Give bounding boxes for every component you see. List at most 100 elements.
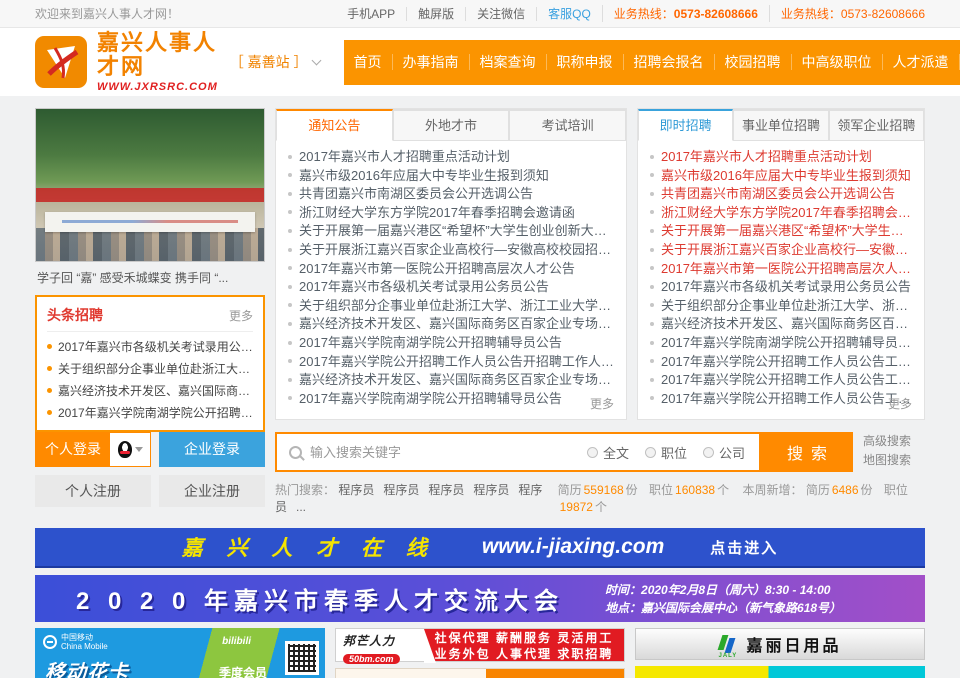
nav-item[interactable]: 档案查询 <box>470 54 547 70</box>
bullet-icon <box>650 303 654 307</box>
list-item[interactable]: 2017年嘉兴学院公开招聘工作人员公告工作人员... <box>650 353 912 372</box>
china-mobile-icon <box>43 635 57 649</box>
more-link[interactable]: 更多 <box>229 307 253 324</box>
site-logo-icon[interactable] <box>35 36 87 88</box>
qq-login-dropdown[interactable] <box>110 433 150 466</box>
list-item[interactable]: 嘉兴市级2016年应届大中专毕业生报到须知 <box>288 167 614 186</box>
tab-notice[interactable]: 通知公告 <box>276 109 393 141</box>
list-item[interactable]: 2017年嘉兴学院公开招聘工作人员公告开招聘工作人员公告开... <box>288 353 614 372</box>
bullet-icon <box>650 266 654 270</box>
job-fair-title: 2 0 2 0 年嘉兴市春季人才交流大会 <box>35 581 605 616</box>
search-button[interactable]: 搜索 <box>761 432 853 472</box>
list-item[interactable]: 关于组织部分企事业单位赴浙江大学、浙江工业大... <box>650 297 912 316</box>
recruit-column: 即时招聘 事业单位招聘 领军企业招聘 2017年嘉兴市人才招聘重点活动计划嘉兴市… <box>637 108 925 420</box>
bangmang-logo: 邦芒人力 50bm.com <box>336 629 424 661</box>
list-item[interactable]: 嘉兴经济技术开发区、嘉兴国际商务... <box>47 380 253 402</box>
tab-instant-recruit[interactable]: 即时招聘 <box>638 109 733 141</box>
list-item[interactable]: 2017年嘉兴学院公开招聘工作人员公告工作人员... <box>650 371 912 390</box>
personal-login-button[interactable]: 个人登录 <box>35 432 151 467</box>
tab-public-institution[interactable]: 事业单位招聘 <box>733 109 828 141</box>
left-column: 学子回 “嘉” 感受禾城蝶变 携手同 “... 头条招聘 更多 2017年嘉兴市… <box>35 108 265 420</box>
list-item[interactable]: 2017年嘉兴市各级机关考试录用公务员公告 <box>288 278 614 297</box>
partial-ad-strip[interactable] <box>635 666 925 678</box>
enterprise-login-button[interactable]: 企业登录 <box>159 432 265 467</box>
bullet-icon <box>650 285 654 289</box>
nav-item[interactable]: 首页 <box>344 54 393 70</box>
job-fair-banner[interactable]: 2 0 2 0 年嘉兴市春季人才交流大会 时间：2020年2月8日（周六）8:3… <box>35 575 925 622</box>
search-input[interactable] <box>310 445 587 460</box>
tab-leading-enterprise[interactable]: 领军企业招聘 <box>829 109 924 141</box>
more-link[interactable]: 更多 <box>590 397 614 411</box>
list-item[interactable]: 2017年嘉兴市第一医院公开招聘高层次人才公告 <box>288 260 614 279</box>
scope-radio[interactable]: 职位 <box>645 443 687 462</box>
list-item[interactable]: 嘉兴经济技术开发区、嘉兴国际商务区百家企业专场招聘会公告 <box>288 315 614 334</box>
list-item[interactable]: 2017年嘉兴市人才招聘重点活动计划 <box>288 148 614 167</box>
list-item[interactable]: 关于开展第一届嘉兴港区“希望杯”大学生创业创新大赛的通知 <box>288 222 614 241</box>
nav-item[interactable]: 中高级职位 <box>792 54 883 70</box>
bangmang-hr-ad[interactable]: 邦芒人力 50bm.com 社保代理 薪酬服务 灵活用工 业务外包 人事代理 求… <box>335 628 625 662</box>
hot-search-term[interactable]: 程序员 <box>428 483 464 497</box>
list-item[interactable]: 浙江财经大学东方学院2017年春季招聘会邀请函 <box>288 204 614 223</box>
list-item[interactable]: 关于组织部分企事业单位赴浙江大学... <box>47 358 253 380</box>
search-scope-radios: 全文职位公司 <box>587 443 759 462</box>
list-item[interactable]: 2017年嘉兴学院南湖学院公开招聘辅导员公告 <box>650 334 912 353</box>
list-item[interactable]: 关于组织部分企事业单位赴浙江大学、浙江工业大学招聘人才的... <box>288 297 614 316</box>
list-item[interactable]: 嘉兴经济技术开发区、嘉兴国际商务区百家企业专... <box>650 315 912 334</box>
bullet-icon <box>650 229 654 233</box>
list-item[interactable]: 关于开展浙江嘉兴百家企业高校行—安徽高校校园招聘活动的通... <box>288 241 614 260</box>
nav-item[interactable]: 人才派遣 <box>883 54 960 70</box>
tab-other-city[interactable]: 外地才市 <box>393 109 510 141</box>
nav-item[interactable]: 招聘会报名 <box>624 54 715 70</box>
list-item[interactable]: 2017年嘉兴学院南湖学院公开招聘辅... <box>47 402 253 424</box>
station-selector[interactable]: ［ 嘉善站 ］ <box>230 52 320 72</box>
topbar-link-qq[interactable]: 客服QQ <box>537 5 603 22</box>
bullet-icon <box>650 322 654 326</box>
headline-list: 2017年嘉兴市各级机关考试录用公务...关于组织部分企事业单位赴浙江大学...… <box>47 336 253 424</box>
topbar-link[interactable]: 手机APP <box>336 7 407 21</box>
list-item[interactable]: 2017年嘉兴市各级机关考试录用公务员公告 <box>650 278 912 297</box>
hot-search-term[interactable]: ... <box>296 500 306 514</box>
photo-caption[interactable]: 学子回 “嘉” 感受禾城蝶变 携手同 “... <box>35 262 265 286</box>
hot-search-term[interactable]: 程序员 <box>383 483 419 497</box>
list-item[interactable]: 2017年嘉兴学院南湖学院公开招聘辅导员公告 <box>288 334 614 353</box>
bullet-icon <box>288 359 292 363</box>
list-item[interactable]: 2017年嘉兴市各级机关考试录用公务... <box>47 336 253 358</box>
bullet-icon <box>288 285 292 289</box>
hot-search-label: 热门搜索： <box>275 483 335 497</box>
notice-tabs: 通知公告 外地才市 考试培训 <box>276 109 626 141</box>
hot-search-term[interactable]: 程序员 <box>338 483 374 497</box>
scope-radio[interactable]: 公司 <box>703 443 745 462</box>
nav-item[interactable]: 校园招聘 <box>715 54 792 70</box>
news-photo[interactable] <box>35 108 265 262</box>
more-link[interactable]: 更多 <box>888 397 912 411</box>
map-search-link[interactable]: 地图搜索 <box>863 451 925 470</box>
topbar-link[interactable]: 触屏版 <box>407 7 466 21</box>
hot-search-term[interactable]: 程序员 <box>473 483 509 497</box>
list-item[interactable]: 2017年嘉兴市第一医院公开招聘高层次人才公告 <box>650 260 912 279</box>
enterprise-register-button[interactable]: 企业注册 <box>159 475 265 507</box>
jiaxing-talent-online-banner[interactable]: 嘉 兴 人 才 在 线 www.i-jiaxing.com 点击进入 <box>35 528 925 568</box>
personal-register-button[interactable]: 个人注册 <box>35 475 151 507</box>
login-area: 个人登录 企业登录 个人注册 企业注册 <box>35 432 265 515</box>
nav-item[interactable]: 办事指南 <box>393 54 470 70</box>
tab-exam-training[interactable]: 考试培训 <box>509 109 626 141</box>
advanced-search-link[interactable]: 高级搜索 <box>863 432 925 451</box>
notice-column: 通知公告 外地才市 考试培训 2017年嘉兴市人才招聘重点活动计划嘉兴市级201… <box>275 108 627 420</box>
list-item[interactable]: 嘉兴经济技术开发区、嘉兴国际商务区百家企业专场招聘会公告 <box>288 371 614 390</box>
photo-white-banner <box>45 212 255 232</box>
bullet-icon <box>288 192 292 196</box>
jaly-ad[interactable]: JALY 嘉丽日用品 <box>635 628 925 660</box>
topbar-link[interactable]: 关注微信 <box>466 7 537 21</box>
bullet-icon <box>47 410 52 415</box>
china-mobile-ad[interactable]: 中国移动China Mobile bilibili 移动花卡 季度会员 <box>35 628 325 678</box>
list-item[interactable]: 关于开展第一届嘉兴港区“希望杯”大学生创业创... <box>650 222 912 241</box>
list-item[interactable]: 关于开展浙江嘉兴百家企业高校行—安徽高校校园... <box>650 241 912 260</box>
list-item[interactable]: 浙江财经大学东方学院2017年春季招聘会邀请函 <box>650 204 912 223</box>
scope-radio[interactable]: 全文 <box>587 443 629 462</box>
partial-ad-strip[interactable] <box>335 668 625 678</box>
list-item[interactable]: 共青团嘉兴市南湖区委员会公开选调公告 <box>288 185 614 204</box>
nav-item[interactable]: 职称申报 <box>547 54 624 70</box>
list-item[interactable]: 共青团嘉兴市南湖区委员会公开选调公告 <box>650 185 912 204</box>
list-item[interactable]: 嘉兴市级2016年应届大中专毕业生报到须知 <box>650 167 912 186</box>
list-item[interactable]: 2017年嘉兴市人才招聘重点活动计划 <box>650 148 912 167</box>
